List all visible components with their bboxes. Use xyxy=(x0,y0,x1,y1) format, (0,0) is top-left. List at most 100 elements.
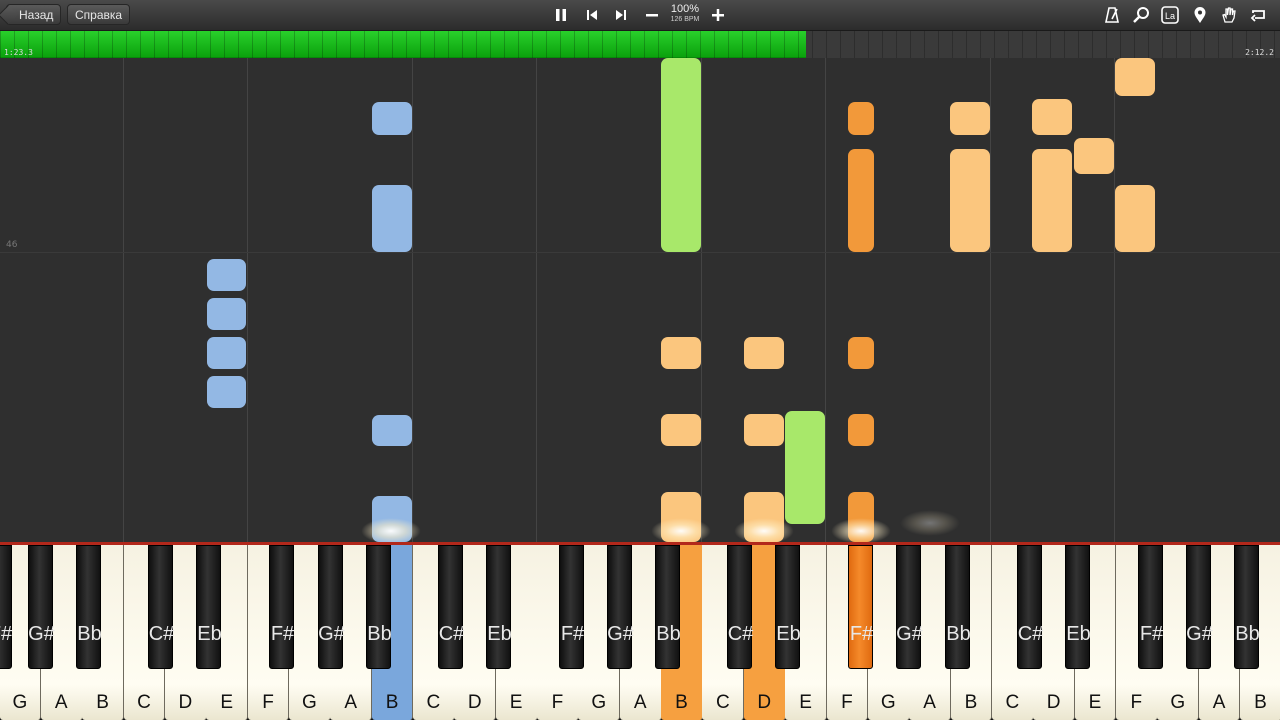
white-key-label: A xyxy=(344,692,358,713)
pause-icon[interactable] xyxy=(551,5,571,25)
black-key-label: Eb xyxy=(197,623,222,645)
minus-icon[interactable] xyxy=(642,5,662,25)
black-key[interactable]: Bb xyxy=(76,545,102,669)
plus-icon[interactable] xyxy=(708,5,728,25)
note xyxy=(785,411,825,524)
hand-icon[interactable] xyxy=(1219,5,1239,25)
synthesia-window: Назад Справка 100% 126 BPM La 1:23.3 2:1… xyxy=(0,0,1280,720)
white-key-label: D xyxy=(757,692,772,713)
black-key[interactable]: F# xyxy=(0,545,12,669)
white-key-label: B xyxy=(1254,692,1267,713)
white-key-label: A xyxy=(923,692,936,713)
note xyxy=(744,337,784,369)
white-key-label: B xyxy=(675,692,688,713)
note xyxy=(207,376,246,408)
black-key[interactable]: C# xyxy=(438,545,464,669)
note xyxy=(372,185,412,252)
black-key[interactable]: C# xyxy=(1017,545,1043,669)
key-sparkle xyxy=(361,518,421,542)
note xyxy=(661,414,701,446)
white-key-label: E xyxy=(220,692,234,713)
white-key-label: E xyxy=(509,692,523,713)
note xyxy=(661,58,701,252)
note xyxy=(1074,138,1114,174)
song-progress-bar[interactable]: 1:23.3 2:12.2 xyxy=(0,31,1280,58)
note xyxy=(848,337,874,369)
key-sparkle xyxy=(831,518,891,542)
black-key-label: F# xyxy=(560,623,585,645)
black-key[interactable]: Eb xyxy=(775,545,801,669)
black-key-label: G# xyxy=(28,623,55,645)
black-key[interactable]: G# xyxy=(28,545,55,669)
white-key-label: A xyxy=(54,692,68,713)
note xyxy=(207,337,246,369)
back-button[interactable]: Назад xyxy=(6,4,62,25)
key-sparkle xyxy=(900,510,960,536)
white-key-label: G xyxy=(880,692,896,713)
location-pin-icon[interactable] xyxy=(1190,5,1210,25)
black-key-label: G# xyxy=(318,623,345,645)
black-key[interactable]: F# xyxy=(848,545,873,669)
black-key[interactable]: F# xyxy=(559,545,584,669)
black-key[interactable]: G# xyxy=(607,545,634,669)
black-key-label: Bb xyxy=(1235,623,1260,645)
black-key[interactable]: G# xyxy=(318,545,345,669)
black-key[interactable]: Bb xyxy=(1234,545,1260,669)
measure-number: 46 xyxy=(6,240,18,250)
white-key-label: G xyxy=(301,692,317,713)
note xyxy=(207,259,246,291)
note xyxy=(848,149,874,252)
speed-percent: 100% xyxy=(670,3,700,15)
loop-icon[interactable] xyxy=(1249,5,1269,25)
black-key[interactable]: C# xyxy=(727,545,753,669)
white-key-label: C xyxy=(137,692,151,713)
black-key-label: C# xyxy=(148,623,175,645)
black-key-label: Eb xyxy=(776,623,801,645)
black-key[interactable]: G# xyxy=(1186,545,1213,669)
top-toolbar: Назад Справка 100% 126 BPM La xyxy=(0,0,1280,31)
black-key[interactable]: G# xyxy=(896,545,923,669)
key-sparkle xyxy=(651,518,711,542)
note xyxy=(1032,99,1072,135)
white-key-label: D xyxy=(178,692,193,713)
elapsed-time: 1:23.3 xyxy=(4,48,33,57)
black-key-label: F# xyxy=(270,623,295,645)
tempo-bpm: 126 BPM xyxy=(670,16,700,23)
black-key[interactable]: Bb xyxy=(655,545,681,669)
black-key[interactable]: C# xyxy=(148,545,174,669)
black-key-label: Bb xyxy=(946,623,971,645)
falling-notes-area: 46 xyxy=(0,58,1280,542)
note xyxy=(1032,149,1072,252)
white-key-label: A xyxy=(1212,692,1226,713)
search-icon[interactable] xyxy=(1131,5,1151,25)
white-key-label: E xyxy=(799,692,812,713)
black-key[interactable]: Bb xyxy=(366,545,392,669)
black-key[interactable]: Eb xyxy=(486,545,512,669)
skip-back-icon[interactable] xyxy=(582,5,602,25)
note xyxy=(744,414,784,446)
black-key[interactable]: F# xyxy=(269,545,294,669)
black-key[interactable]: Bb xyxy=(945,545,971,669)
black-key[interactable]: Eb xyxy=(196,545,222,669)
black-key-label: F# xyxy=(1139,623,1164,645)
white-key-label: G xyxy=(1170,692,1186,713)
white-key-label: F xyxy=(841,692,853,713)
note xyxy=(950,102,990,135)
note xyxy=(1115,58,1155,96)
black-key[interactable]: Eb xyxy=(1065,545,1091,669)
la-icon-label: La xyxy=(1165,11,1175,21)
note xyxy=(372,415,412,446)
black-key-label: Bb xyxy=(656,623,681,645)
metronome-icon[interactable] xyxy=(1102,5,1122,25)
black-key[interactable]: F# xyxy=(1138,545,1163,669)
white-key-label: C xyxy=(426,692,441,713)
white-key-label: C xyxy=(715,692,730,713)
note xyxy=(207,298,246,330)
skip-forward-icon[interactable] xyxy=(611,5,631,25)
white-key-label: B xyxy=(385,692,399,713)
white-key-label: C xyxy=(1005,692,1020,713)
la-icon[interactable]: La xyxy=(1160,5,1180,25)
white-key-label: A xyxy=(633,692,647,713)
help-button[interactable]: Справка xyxy=(67,4,131,25)
black-key-label: Eb xyxy=(487,623,512,645)
